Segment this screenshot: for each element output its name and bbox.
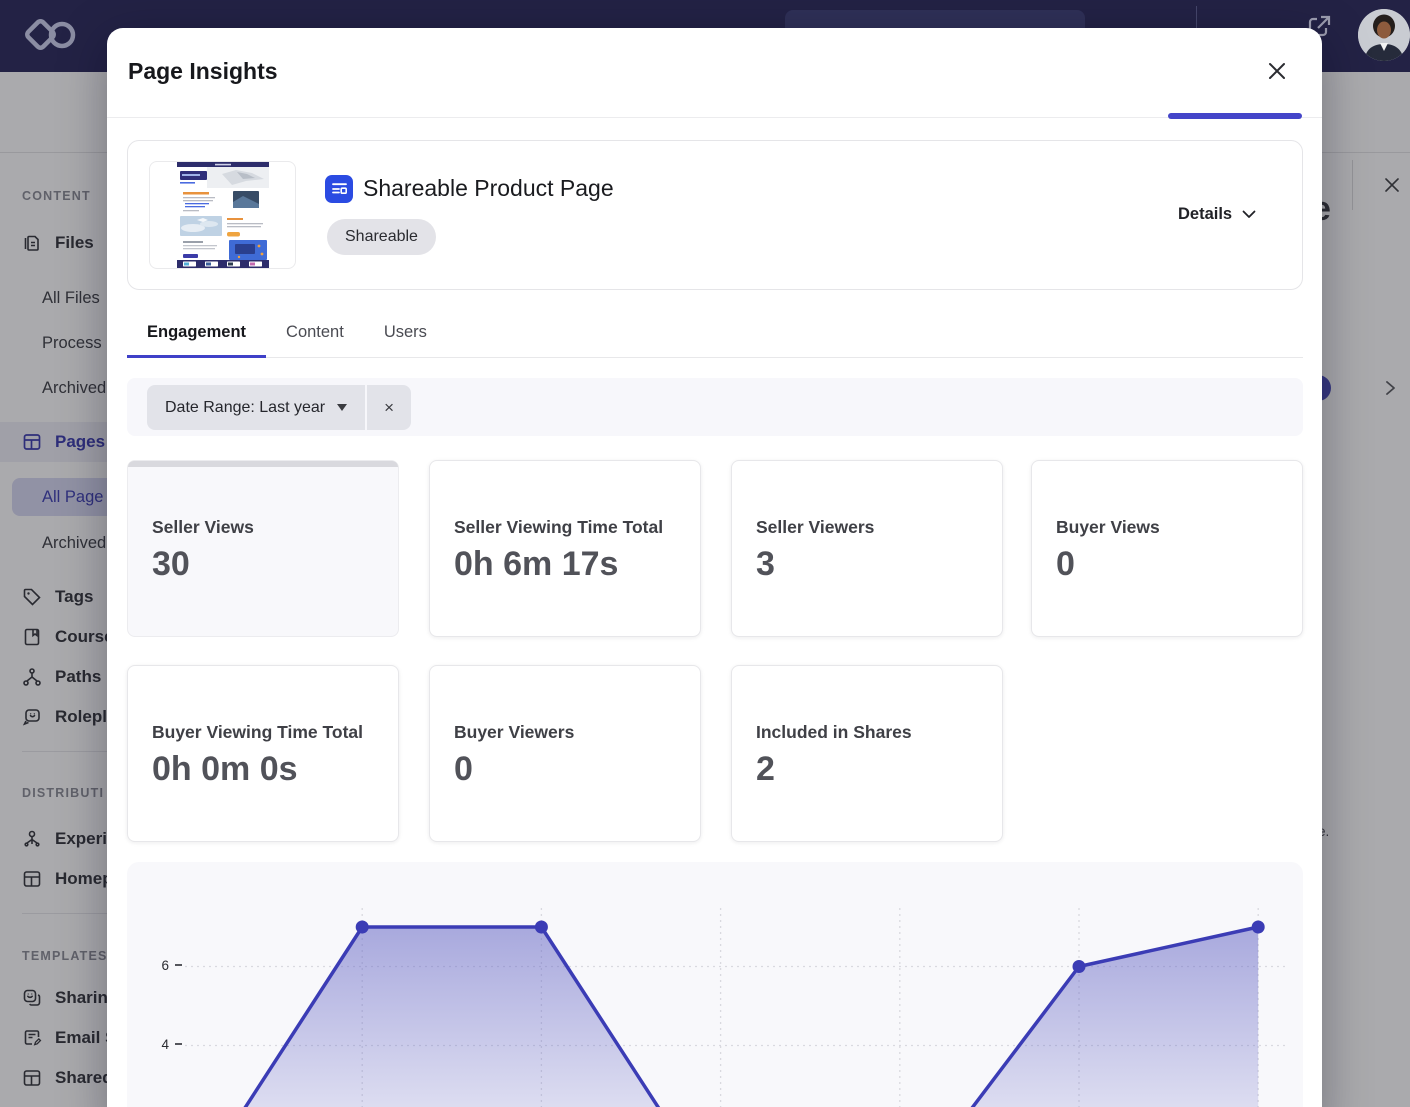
stat-card-included-in-shares[interactable]: Included in Shares 2 (731, 665, 1003, 842)
engagement-chart: 246 (127, 862, 1303, 1107)
details-button[interactable]: Details (1178, 205, 1256, 224)
page-thumbnail (149, 161, 296, 269)
modal-title: Page Insights (128, 58, 278, 85)
insights-tabs: Engagement Content Users (127, 310, 1303, 358)
close-icon[interactable] (1266, 60, 1288, 82)
filter-bar: Date Range: Last year × (127, 378, 1303, 436)
shareable-page-icon (325, 175, 353, 203)
y-axis-tick: 4 (143, 1037, 182, 1052)
product-summary-card: Shareable Product Page Shareable Details (127, 140, 1303, 290)
scrolled-primary-button-edge[interactable] (1168, 113, 1302, 119)
page-insights-modal: Page Insights (107, 28, 1322, 1107)
y-axis-tick: 6 (143, 958, 182, 973)
tab-users[interactable]: Users (364, 310, 447, 358)
selected-indicator (128, 461, 398, 467)
stat-card-seller-viewing-time[interactable]: Seller Viewing Time Total 0h 6m 17s (429, 460, 701, 637)
tab-content[interactable]: Content (266, 310, 364, 358)
stat-card-buyer-viewing-time[interactable]: Buyer Viewing Time Total 0h 0m 0s (127, 665, 399, 842)
user-avatar[interactable] (1358, 9, 1410, 61)
date-range-dropdown[interactable]: Date Range: Last year (147, 385, 365, 430)
product-title: Shareable Product Page (363, 175, 614, 202)
caret-down-icon (337, 404, 347, 411)
stat-card-seller-viewers[interactable]: Seller Viewers 3 (731, 460, 1003, 637)
modal-header: Page Insights (107, 28, 1322, 118)
clear-filter-button[interactable]: × (367, 385, 411, 430)
date-range-filter: Date Range: Last year × (147, 385, 411, 430)
tab-engagement[interactable]: Engagement (127, 310, 266, 358)
chevron-down-icon (1242, 210, 1256, 219)
application-root: { "topbar": { "logo_icon": "infinity-log… (0, 0, 1410, 1107)
stat-card-seller-views[interactable]: Seller Views 30 (127, 460, 399, 637)
shareable-badge: Shareable (327, 219, 436, 255)
infinity-logo-icon[interactable] (22, 14, 80, 63)
stat-card-buyer-viewers[interactable]: Buyer Viewers 0 (429, 665, 701, 842)
stat-card-buyer-views[interactable]: Buyer Views 0 (1031, 460, 1303, 637)
